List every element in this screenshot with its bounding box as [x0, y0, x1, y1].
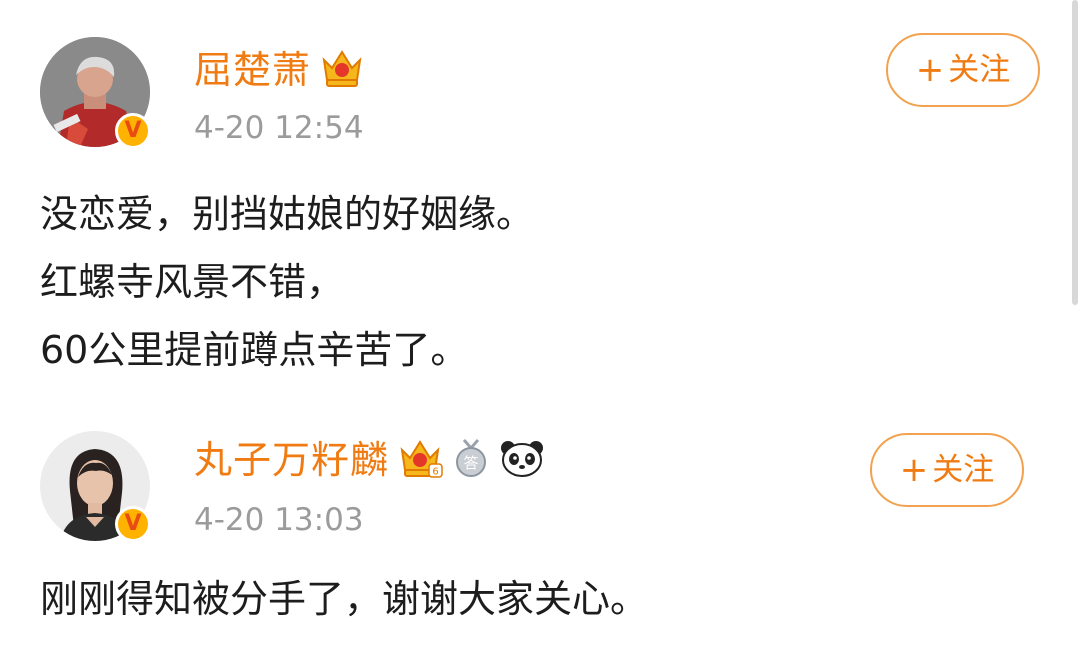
name-row: 丸子万籽麟 6 答: [194, 438, 545, 482]
timestamp: 4-20 13:03: [194, 502, 364, 538]
follow-label: 关注: [948, 51, 1011, 88]
crown-level-icon: 6: [399, 438, 443, 482]
weibo-comment-feed: V 屈楚萧 4-20 12:54 + 关注 没恋爱，别挡姑娘的好姻缘。 红螺寺风…: [0, 0, 1080, 656]
post-text-line: 红螺寺风景不错，: [40, 260, 345, 304]
follow-label: 关注: [932, 451, 995, 488]
post-body: 刚刚得知被分手了，谢谢大家关心。: [40, 565, 648, 633]
crown-level-text: 6: [432, 467, 438, 478]
follow-button[interactable]: + 关注: [870, 433, 1024, 507]
crown-icon: [321, 48, 363, 92]
plus-icon: +: [899, 450, 929, 490]
timestamp: 4-20 12:54: [194, 110, 364, 146]
username[interactable]: 丸子万籽麟: [194, 441, 389, 479]
post-text-line: 刚刚得知被分手了，谢谢大家关心。: [40, 577, 649, 621]
panda-icon: [499, 438, 545, 482]
scrollbar[interactable]: [1072, 0, 1078, 305]
verified-badge-icon: V: [115, 506, 151, 542]
verified-badge-icon: V: [115, 113, 151, 149]
post-item: V 丸子万籽麟 6 答 4-20 13:03 + 关注 刚刚得知被分手了，谢谢大…: [0, 400, 1080, 656]
username[interactable]: 屈楚萧: [194, 51, 311, 89]
follow-button[interactable]: + 关注: [886, 33, 1040, 107]
post-text-line: 60公里提前蹲点辛苦了。: [40, 328, 469, 372]
plus-icon: +: [915, 50, 945, 90]
post-item: V 屈楚萧 4-20 12:54 + 关注 没恋爱，别挡姑娘的好姻缘。 红螺寺风…: [0, 0, 1080, 400]
name-row: 屈楚萧: [194, 48, 363, 92]
post-text-line: 没恋爱，别挡姑娘的好姻缘。: [40, 192, 535, 236]
post-body: 没恋爱，别挡姑娘的好姻缘。 红螺寺风景不错， 60公里提前蹲点辛苦了。: [40, 180, 534, 384]
answer-medal-icon: 答: [453, 438, 489, 482]
medal-text: 答: [464, 454, 479, 472]
